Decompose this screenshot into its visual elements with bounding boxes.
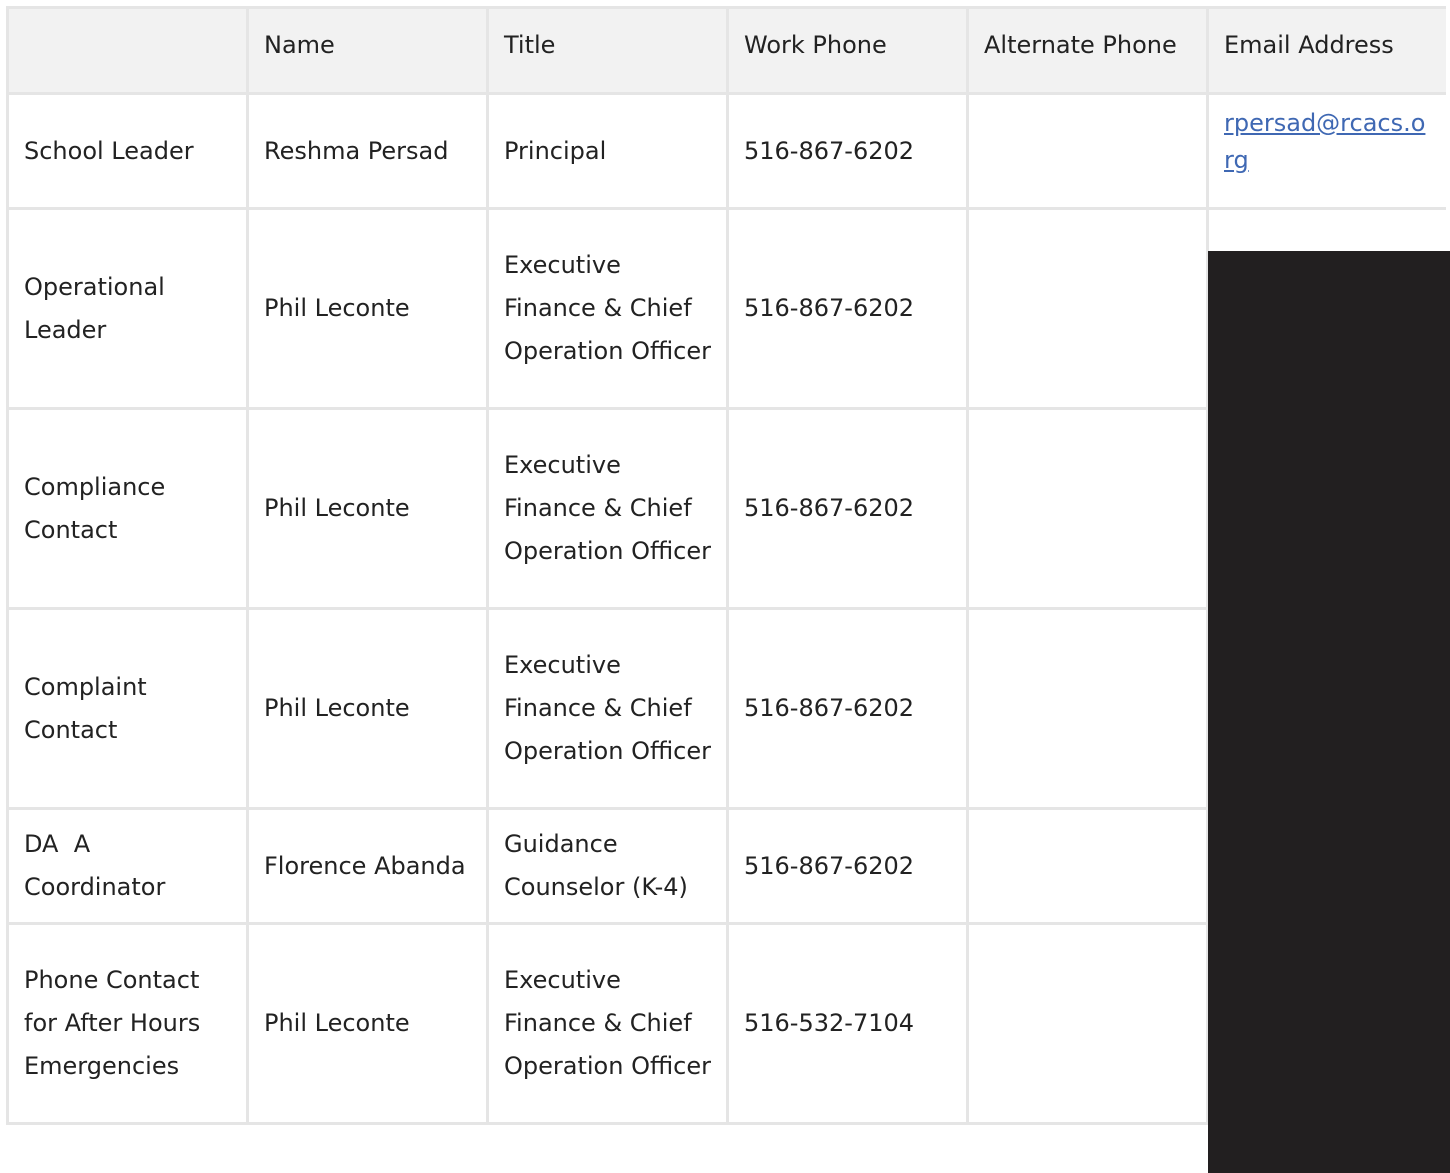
cell-title: Executive Finance & Chief Operation Offi… <box>486 407 729 610</box>
table-header-row: Name Title Work Phone Alternate Phone Em… <box>6 6 1450 95</box>
cell-alternate-phone <box>966 407 1209 610</box>
header-alternate-phone: Alternate Phone <box>966 6 1209 95</box>
cell-work-phone: 516-867-6202 <box>726 407 969 610</box>
header-email-address: Email Address <box>1206 6 1450 95</box>
cell-name: Florence Abanda <box>246 807 489 925</box>
cell-role: Phone Contact for After Hours Emergencie… <box>6 922 249 1125</box>
cell-name: Phil Leconte <box>246 607 489 810</box>
cell-work-phone: 516-867-6202 <box>726 607 969 810</box>
cell-alternate-phone <box>966 207 1209 410</box>
page-edge-mask <box>1446 0 1450 251</box>
cell-role: DA A Coordinator <box>6 807 249 925</box>
cell-work-phone: 516-867-6202 <box>726 807 969 925</box>
email-link[interactable]: rpersad@rcacs.org <box>1224 109 1425 174</box>
cell-work-phone: 516-867-6202 <box>726 92 969 210</box>
cell-name: Phil Leconte <box>246 407 489 610</box>
cell-title: Executive Finance & Chief Operation Offi… <box>486 207 729 410</box>
cell-title: Executive Finance & Chief Operation Offi… <box>486 922 729 1125</box>
cell-role: Compliance Contact <box>6 407 249 610</box>
cell-alternate-phone <box>966 92 1209 210</box>
cell-work-phone: 516-867-6202 <box>726 207 969 410</box>
cell-email: rpersad@rcacs.org <box>1206 92 1450 210</box>
header-title: Title <box>486 6 729 95</box>
cell-alternate-phone <box>966 607 1209 810</box>
cell-role: School Leader <box>6 92 249 210</box>
redaction-block <box>1208 251 1450 1173</box>
table-row: School Leader Reshma Persad Principal 51… <box>6 92 1450 210</box>
cell-role: Complaint Contact <box>6 607 249 810</box>
header-role <box>6 6 249 95</box>
header-work-phone: Work Phone <box>726 6 969 95</box>
header-name: Name <box>246 6 489 95</box>
cell-alternate-phone <box>966 922 1209 1125</box>
cell-name: Phil Leconte <box>246 922 489 1125</box>
cell-name: Reshma Persad <box>246 92 489 210</box>
cell-name: Phil Leconte <box>246 207 489 410</box>
cell-role: Operational Leader <box>6 207 249 410</box>
cell-work-phone: 516-532-7104 <box>726 922 969 1125</box>
cell-title: Guidance Counselor (K-4) <box>486 807 729 925</box>
cell-alternate-phone <box>966 807 1209 925</box>
cell-title: Executive Finance & Chief Operation Offi… <box>486 607 729 810</box>
cell-title: Principal <box>486 92 729 210</box>
